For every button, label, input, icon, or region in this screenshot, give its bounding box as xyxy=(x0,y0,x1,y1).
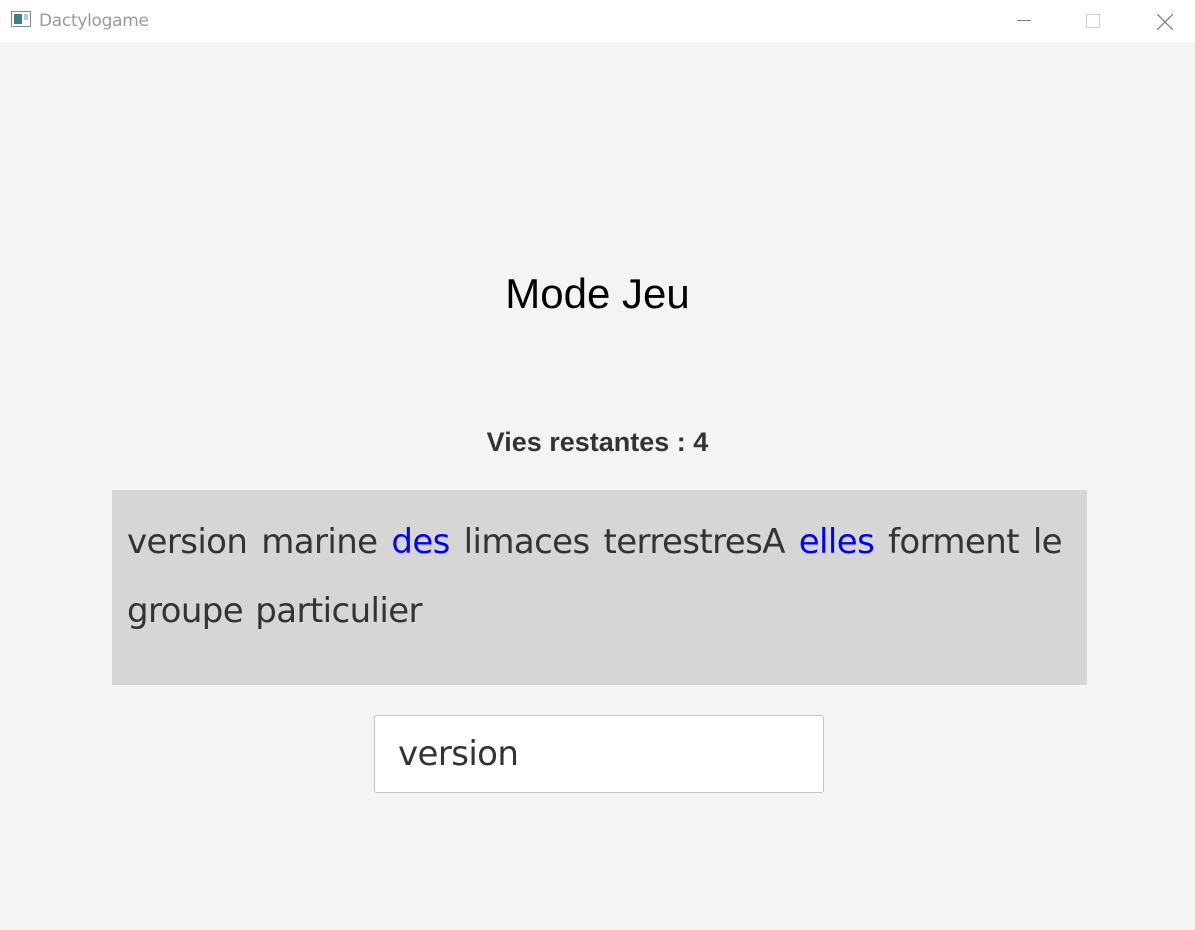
word-list: version marine des limaces terrestresA e… xyxy=(127,508,1063,646)
close-button[interactable] xyxy=(1141,0,1187,42)
word-text-panel: version marine des limaces terrestresA e… xyxy=(112,490,1087,685)
title-bar: Dactylogame xyxy=(0,0,1195,42)
minimize-icon xyxy=(1017,20,1031,21)
window-title: Dactylogame xyxy=(39,11,149,31)
page-title: Mode Jeu xyxy=(505,270,690,317)
minimize-button[interactable] xyxy=(1001,0,1047,42)
maximize-button[interactable] xyxy=(1070,0,1116,42)
app-window-icon xyxy=(11,11,31,27)
word: particulier xyxy=(255,591,422,631)
highlighted-word: elles xyxy=(798,522,875,562)
word: version xyxy=(127,522,248,562)
highlighted-word: des xyxy=(391,522,450,562)
typing-input[interactable] xyxy=(374,715,824,793)
word: marine xyxy=(261,522,378,562)
word: terrestresA xyxy=(603,522,786,562)
word: le xyxy=(1032,522,1063,562)
word: limaces xyxy=(463,522,591,562)
maximize-icon xyxy=(1086,14,1100,28)
close-icon xyxy=(1157,14,1173,30)
word: forment xyxy=(888,522,1019,562)
word: groupe xyxy=(127,591,244,631)
lives-remaining-label: Vies restantes : 4 xyxy=(486,427,709,457)
